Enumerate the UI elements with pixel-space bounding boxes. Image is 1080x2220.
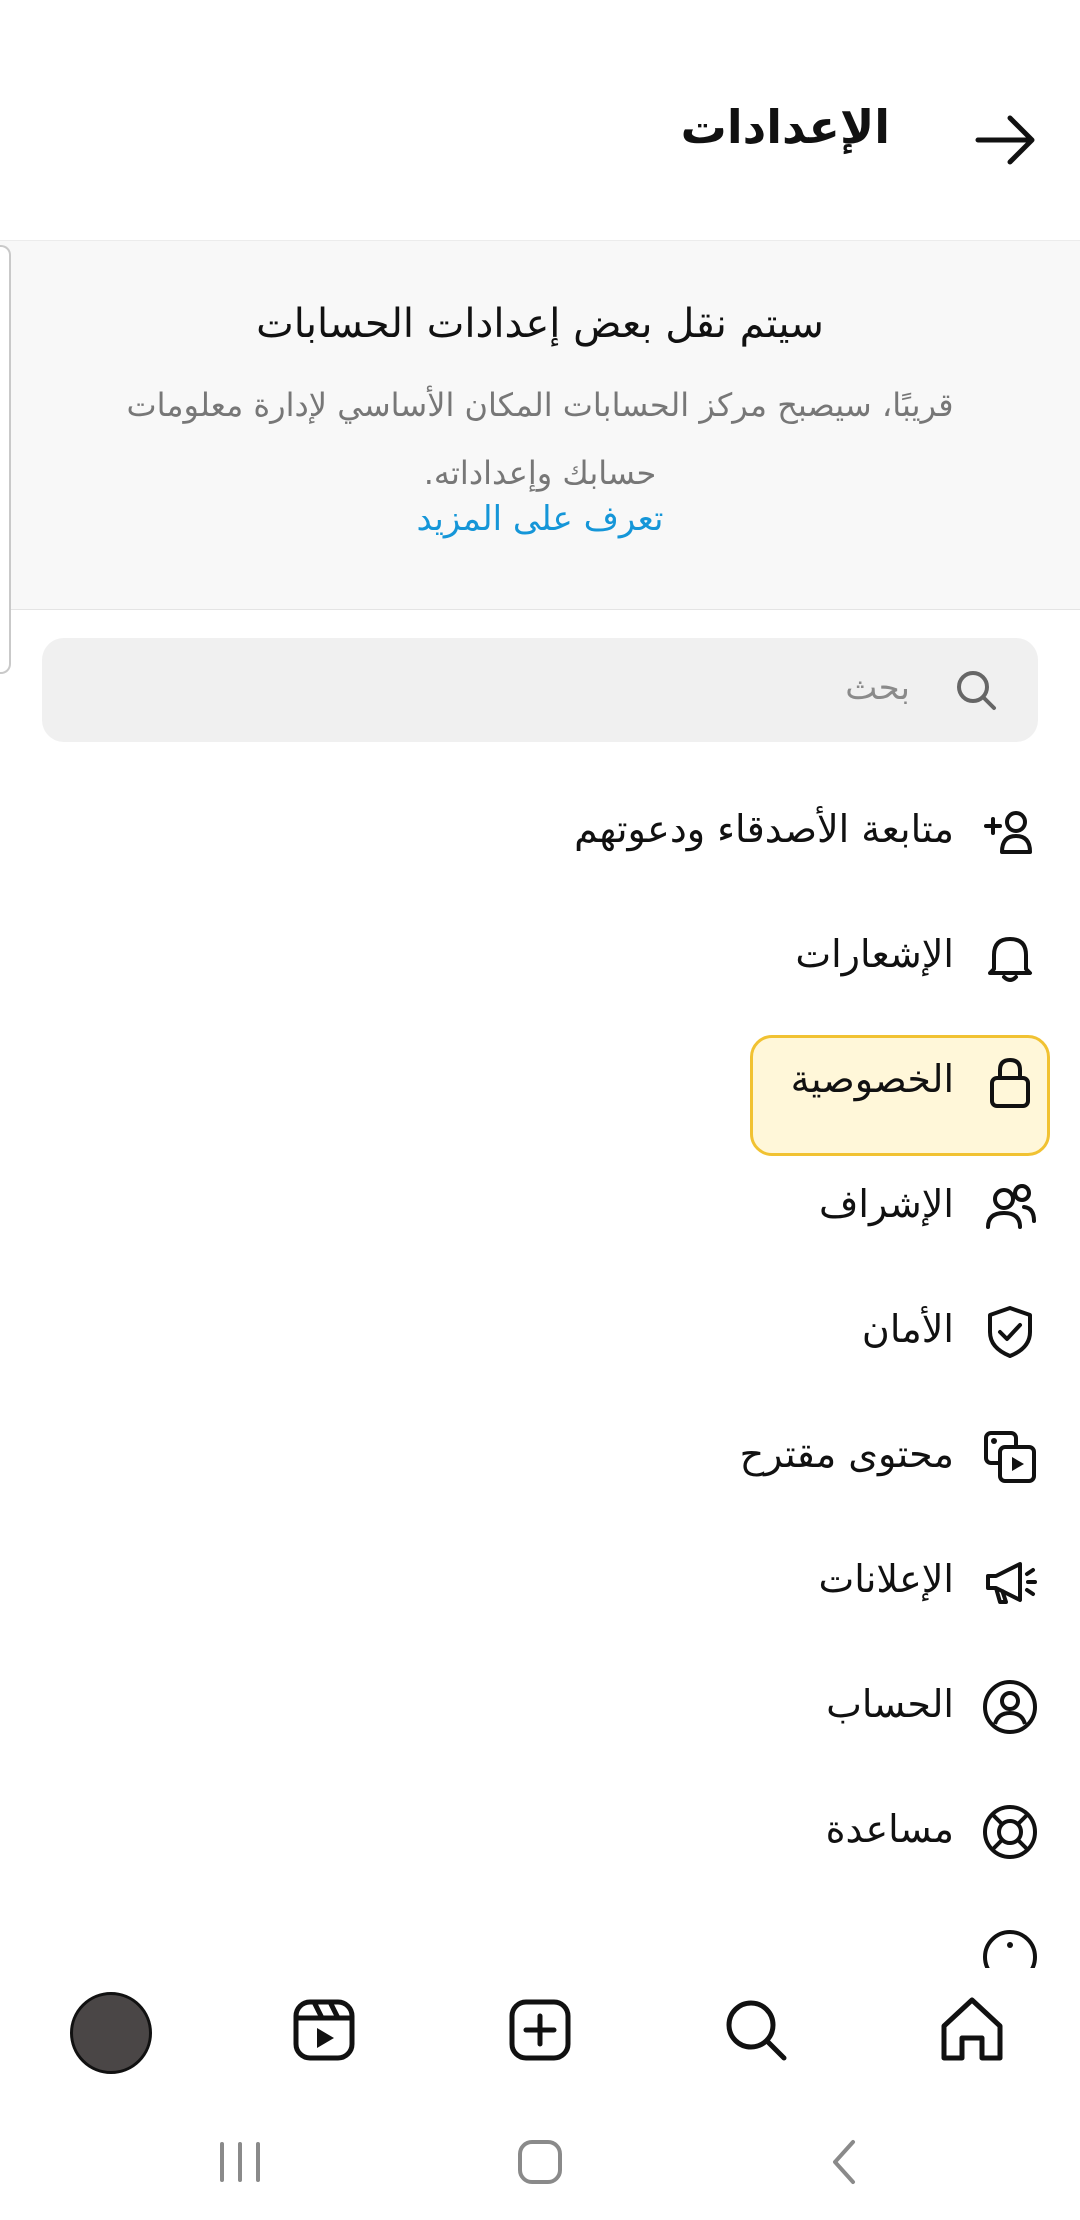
menu-item-label: الإشراف [819,1182,954,1226]
header: الإعدادات [0,0,1080,240]
menu-item-label: الحساب [826,1682,954,1726]
reels-icon[interactable] [284,1990,364,2070]
menu-item-label: الأمان [861,1307,954,1351]
menu-item-label: الإعلانات [818,1557,954,1601]
search-input[interactable]: بحث [42,638,1038,742]
menu-item-label: متابعة الأصدقاء ودعوتهم [574,807,954,851]
suggested-content-icon [984,1431,1036,1483]
menu-item-suggested-content[interactable]: محتوى مقترح [0,1400,1080,1510]
search-nav-icon[interactable] [716,1990,796,2070]
megaphone-icon [986,1562,1037,1604]
menu-item-help[interactable]: مساعدة [0,1775,1080,1885]
recent-apps-icon[interactable] [210,2132,270,2192]
home-button-icon[interactable] [510,2132,570,2192]
accounts-center-banner: سيتم نقل بعض إعدادات الحسابات قريبًا، سي… [0,240,1080,610]
search-placeholder: بحث [845,668,910,708]
system-navigation [0,2098,1080,2220]
menu-item-label: مساعدة [825,1807,954,1851]
home-icon[interactable] [932,1990,1012,2070]
lock-icon [990,1057,1030,1108]
create-post-icon[interactable] [500,1990,580,2070]
menu-item-notifications[interactable]: الإشعارات [0,900,1080,1010]
banner-body: قريبًا، سيصبح مركز الحسابات المكان الأسا… [126,386,954,492]
menu-item-account[interactable]: الحساب [0,1650,1080,1760]
page-title: الإعدادات [680,100,890,154]
carousel-edge [0,245,11,674]
back-button-icon[interactable] [815,2132,875,2192]
learn-more-link[interactable]: تعرف على المزيد [0,499,1080,539]
back-arrow-icon[interactable] [970,105,1040,175]
menu-item-label: الإشعارات [795,932,954,976]
shield-check-icon [988,1306,1032,1358]
banner-title: سيتم نقل بعض إعدادات الحسابات [256,301,824,347]
lifebuoy-icon [983,1805,1037,1859]
menu-item-ads[interactable]: الإعلانات [0,1525,1080,1635]
add-person-icon [984,811,1032,854]
profile-avatar[interactable] [70,1992,152,2074]
menu-item-label: الخصوصية [790,1057,954,1101]
menu-item-label: محتوى مقترح [739,1432,954,1476]
menu-item-privacy[interactable]: الخصوصية [0,1025,1080,1135]
menu-item-follow-invite[interactable]: متابعة الأصدقاء ودعوتهم [0,775,1080,885]
supervision-icon [986,1184,1036,1229]
search-icon [957,671,996,710]
account-circle-icon [983,1680,1037,1734]
menu-item-supervision[interactable]: الإشراف [0,1150,1080,1260]
bottom-navigation [0,1968,1080,2098]
menu-item-security[interactable]: الأمان [0,1275,1080,1385]
bell-icon [988,937,1032,982]
